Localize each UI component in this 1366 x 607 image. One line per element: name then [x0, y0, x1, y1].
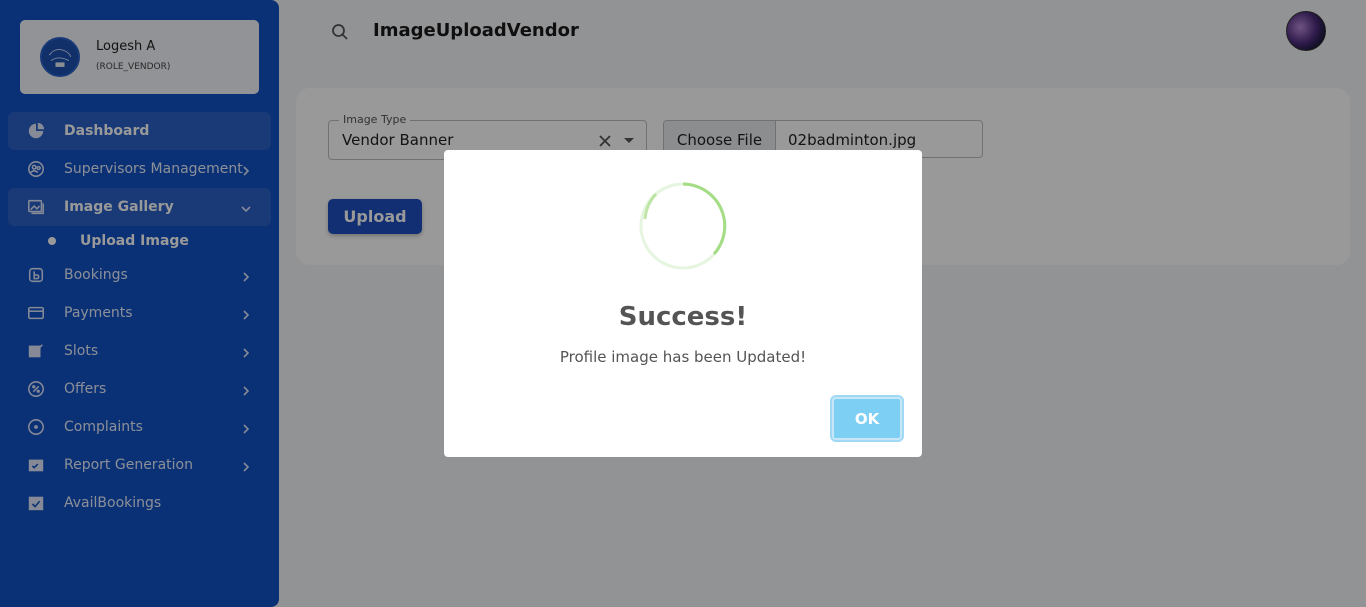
- dialog-title: Success!: [618, 302, 748, 332]
- success-dialog: Success! Profile image has been Updated!…: [444, 150, 922, 457]
- dialog-message: Profile image has been Updated!: [559, 348, 807, 366]
- ok-button[interactable]: OK: [832, 397, 902, 440]
- success-spinner-icon: [638, 181, 728, 271]
